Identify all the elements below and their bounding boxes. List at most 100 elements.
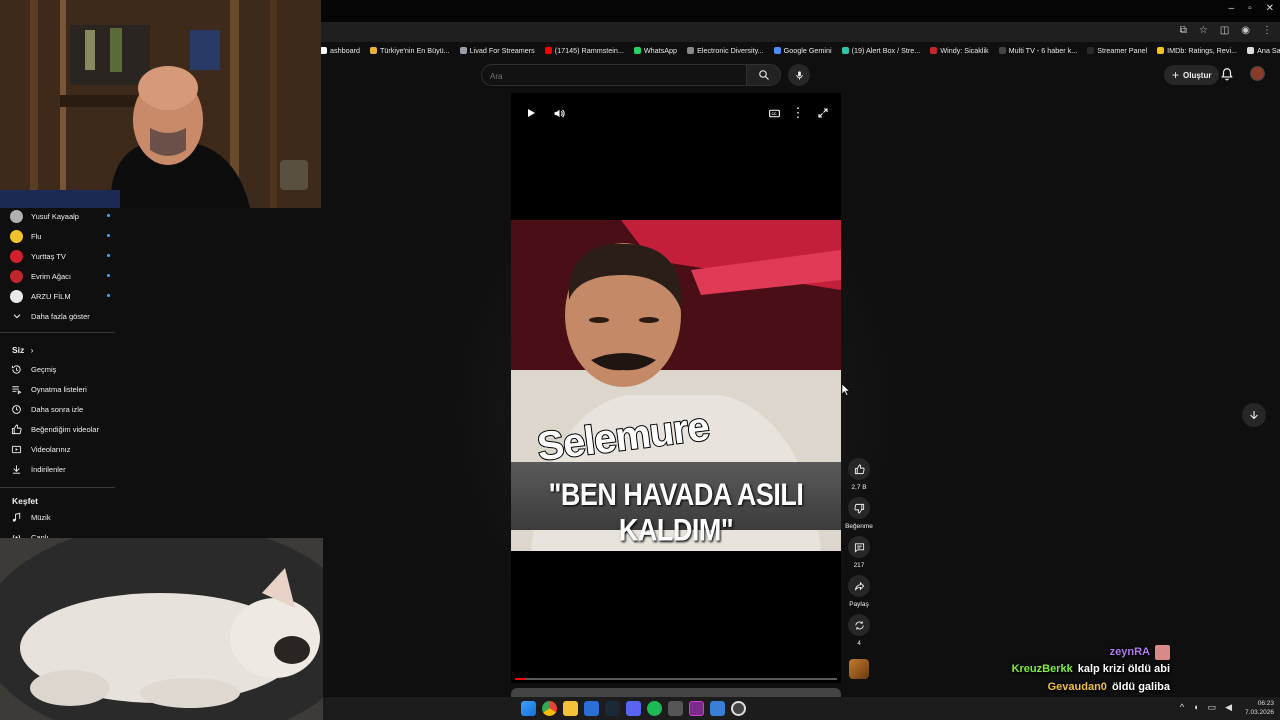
chat-username: KreuzBerkk (1011, 663, 1073, 675)
sidebar-you-item[interactable]: Beğendiğim videolar (10, 421, 110, 437)
subscription-item[interactable]: Evrim Ağacı (10, 268, 110, 284)
play-button[interactable] (523, 105, 539, 121)
chat-message: zeynRA (1110, 645, 1170, 660)
subscription-item[interactable]: Yusuf Kayaalp (10, 208, 110, 224)
sidebar-you-item[interactable]: İndirilenler (10, 461, 110, 477)
chrome-icon[interactable] (542, 701, 557, 716)
minimize-icon[interactable]: – (1229, 3, 1235, 14)
bookmark-label: Livad For Streamers (469, 45, 535, 55)
sidebar-explore-item[interactable]: Müzik (10, 509, 110, 525)
sidebar-you-item[interactable]: Oynatma listeleri (10, 381, 110, 397)
share-button[interactable] (848, 575, 870, 597)
bookmark-favicon-icon (1247, 46, 1255, 54)
bookmark-item[interactable]: Electronic Diversity... (687, 46, 764, 55)
clock-date: 7.03.2026 (1245, 709, 1274, 716)
captions-button[interactable]: CC (766, 105, 782, 121)
show-more-button[interactable]: Daha fazla göster (10, 308, 110, 324)
bookmark-item[interactable]: Google Gemini (773, 45, 832, 55)
subscription-item[interactable]: Flu (10, 228, 110, 244)
bookmark-item[interactable]: (17145) Rammstein... (544, 46, 624, 55)
remix-button[interactable] (848, 614, 870, 636)
star-icon[interactable]: ☆ (1199, 25, 1208, 36)
bookmark-favicon-icon (773, 46, 781, 54)
bookmark-favicon-icon (544, 46, 552, 54)
comments-button[interactable] (848, 536, 870, 558)
chat-username: zeynRA (1109, 646, 1150, 659)
like-button[interactable] (848, 458, 870, 480)
browser-toolbar-icons: ⧉ ☆ ◫ ◉ ⋮ (1180, 25, 1272, 36)
new-content-dot (107, 294, 110, 297)
more-options-button[interactable]: ⋮ (790, 105, 806, 121)
bookmark-item[interactable]: WhatsApp (633, 46, 677, 55)
bookmark-item[interactable]: ashboard (320, 46, 360, 55)
sidebar-you-item[interactable]: Videolarınız (10, 441, 110, 457)
steam-icon[interactable] (605, 701, 620, 716)
profile-icon[interactable]: ◉ (1241, 25, 1250, 36)
chat-emote-icon (1155, 645, 1170, 660)
sidebar-you-item[interactable]: Geçmiş (10, 361, 110, 377)
search-button[interactable] (746, 65, 780, 85)
menu-dots-icon[interactable]: ⋮ (1262, 25, 1272, 36)
more-vert-icon: ⋮ (791, 105, 805, 120)
bookmark-label: Google Gemini (783, 45, 832, 55)
chat-text: öldü galiba (1111, 681, 1170, 693)
show-more-label: Daha fazla göster (31, 311, 90, 321)
windows-start-icon[interactable] (521, 701, 536, 716)
mic-icon (795, 70, 803, 80)
file-explorer-icon[interactable] (563, 701, 578, 716)
captions-icon: CC (768, 109, 780, 117)
obs-icon[interactable] (731, 701, 746, 716)
extensions-icon[interactable]: ◫ (1220, 25, 1229, 36)
sidebar-divider (0, 487, 115, 488)
taskbar-clock[interactable]: 06:23 7.03.2026 (1245, 699, 1274, 717)
clock-time: 06:23 (1257, 700, 1274, 707)
next-video-button[interactable] (1242, 403, 1266, 427)
screen: – ▫ ✕ ⧉ ☆ ◫ ◉ ⋮ ashboard Türkiye'nin En B… (0, 0, 1280, 720)
progress-bar[interactable] (515, 678, 837, 680)
streaming-app-icon[interactable] (689, 701, 704, 716)
bookmark-item[interactable]: Ana Sayfa • HBO Max (1247, 46, 1280, 55)
network-icon[interactable]: ▭ (1208, 702, 1217, 713)
bookmark-item[interactable]: IMDb: Ratings, Revi... (1157, 46, 1237, 55)
streamer-webcam (0, 0, 321, 208)
voice-search-button[interactable] (788, 64, 810, 86)
search-box[interactable] (481, 64, 781, 86)
bookmark-item[interactable]: (19) Alert Box / Stre... (841, 46, 920, 55)
app-icon[interactable] (668, 701, 683, 716)
notifications-button[interactable] (1220, 67, 1234, 86)
bookmark-item[interactable]: Multi TV - 6 haber k... (998, 45, 1078, 55)
volume-button[interactable] (551, 105, 567, 121)
sound-thumbnail[interactable] (849, 659, 869, 679)
account-avatar[interactable] (1250, 66, 1265, 81)
search-input[interactable] (490, 68, 740, 84)
channel-avatar (10, 249, 23, 263)
close-icon[interactable]: ✕ (1266, 3, 1274, 14)
speaker-icon[interactable]: ◀ (1225, 702, 1232, 713)
bookmark-item[interactable]: Streamer Panel (1087, 46, 1147, 55)
subscription-item[interactable]: Yurttaş TV (10, 248, 110, 264)
mic-tray-icon[interactable]: ◖ (1193, 702, 1198, 713)
bookmark-favicon-icon (841, 46, 849, 54)
spotify-icon[interactable] (647, 701, 662, 716)
sidebar-you-label: Oynatma listeleri (31, 384, 87, 394)
shorts-player[interactable]: CC ⋮ "BEN HAVADA ASILI KALDIM" Selemure (511, 93, 841, 683)
dislike-button[interactable] (848, 497, 870, 519)
sidebar-you-item[interactable]: Daha sonra izle (10, 401, 110, 417)
bookmark-item[interactable]: Türkiye'nin En Büyü... (369, 46, 450, 55)
bookmark-label: Multi TV - 6 haber k... (1008, 45, 1078, 55)
share-label: Paylaş (849, 601, 869, 608)
subscription-label: Yurttaş TV (31, 251, 66, 261)
create-button[interactable]: + Oluştur (1164, 65, 1220, 85)
bookmark-item[interactable]: Livad For Streamers (459, 45, 535, 55)
watch-later-icon (10, 403, 23, 416)
chevron-up-icon[interactable]: ^ (1180, 702, 1184, 713)
bookmark-item[interactable]: Windy: Sicaklik (930, 46, 989, 55)
app-icon[interactable] (710, 701, 725, 716)
you-heading[interactable]: Siz › (12, 345, 34, 355)
fullscreen-button[interactable] (815, 105, 831, 121)
maximize-icon[interactable]: ▫ (1248, 3, 1252, 14)
cast-icon[interactable]: ⧉ (1180, 25, 1187, 36)
subscription-item[interactable]: ARZU FİLM (10, 288, 110, 304)
discord-icon[interactable] (626, 701, 641, 716)
app-icon[interactable] (584, 701, 599, 716)
